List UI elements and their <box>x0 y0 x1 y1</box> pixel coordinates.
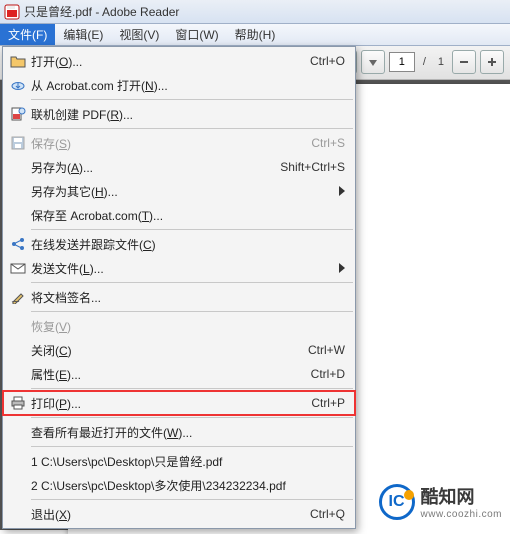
cloud-open-icon <box>7 76 29 94</box>
menu-item-label: 打开(O)... <box>29 53 310 70</box>
menu-item-label: 关闭(C) <box>29 342 308 359</box>
menu-item-label: 保存至 Acrobat.com(T)... <box>29 207 345 224</box>
menu-item-accel: Ctrl+O <box>310 54 345 68</box>
open-icon <box>7 52 29 70</box>
save-icon <box>7 134 29 152</box>
menu-separator <box>31 388 353 389</box>
plus-icon <box>486 56 498 68</box>
menu-item-label: 属性(E)... <box>29 366 311 383</box>
blank-icon <box>7 206 29 224</box>
menu-item-16[interactable]: 关闭(C)Ctrl+W <box>3 338 355 362</box>
page-number-input[interactable]: 1 <box>389 52 415 72</box>
menu-item-label: 将文档签名... <box>29 289 345 306</box>
menu-item-3[interactable]: 联机创建 PDF(R)... <box>3 102 355 126</box>
menu-item-accel: Ctrl+W <box>308 343 345 357</box>
menu-item-accel: Ctrl+Q <box>310 507 345 521</box>
title-bar: 只是曾经.pdf - Adobe Reader <box>0 0 510 24</box>
menu-item-accel: Ctrl+S <box>311 136 345 150</box>
menu-item-24[interactable]: 2 C:\Users\pc\Desktop\多次使用\234232234.pdf <box>3 473 355 497</box>
arrow-down-icon <box>368 57 378 67</box>
menu-item-23[interactable]: 1 C:\Users\pc\Desktop\只是曾经.pdf <box>3 449 355 473</box>
menu-item-label: 打印(P)... <box>29 395 311 412</box>
sign-icon <box>7 288 29 306</box>
menu-item-label: 查看所有最近打开的文件(W)... <box>29 424 345 441</box>
blank-icon <box>7 423 29 441</box>
menu-item-accel: Ctrl+P <box>311 396 345 410</box>
menu-item-21[interactable]: 查看所有最近打开的文件(W)... <box>3 420 355 444</box>
watermark-logo-icon: IC <box>379 484 415 520</box>
share-icon <box>7 235 29 253</box>
menu-file[interactable]: 文件(F) <box>0 24 55 45</box>
menu-item-1[interactable]: 从 Acrobat.com 打开(N)... <box>3 73 355 97</box>
zoom-in-button[interactable] <box>480 50 504 74</box>
create-pdf-icon <box>7 105 29 123</box>
menu-bar: 文件(F) 编辑(E) 视图(V) 窗口(W) 帮助(H) <box>0 24 510 46</box>
menu-separator <box>31 229 353 230</box>
menu-item-5: 保存(S)Ctrl+S <box>3 131 355 155</box>
menu-separator <box>31 499 353 500</box>
blank-icon <box>7 158 29 176</box>
menu-item-6[interactable]: 另存为(A)...Shift+Ctrl+S <box>3 155 355 179</box>
menu-separator <box>31 99 353 100</box>
page-total: 1 <box>434 56 448 68</box>
menu-item-label: 从 Acrobat.com 打开(N)... <box>29 77 345 94</box>
menu-item-19[interactable]: 打印(P)...Ctrl+P <box>3 391 355 415</box>
menu-separator <box>31 311 353 312</box>
menu-item-7[interactable]: 另存为其它(H)... <box>3 179 355 203</box>
menu-item-label: 保存(S) <box>29 135 311 152</box>
menu-separator <box>31 282 353 283</box>
menu-separator <box>31 417 353 418</box>
menu-window[interactable]: 窗口(W) <box>167 24 226 45</box>
menu-item-accel: Ctrl+D <box>311 367 345 381</box>
menu-item-label: 恢复(V) <box>29 318 345 335</box>
menu-item-label: 2 C:\Users\pc\Desktop\多次使用\234232234.pdf <box>29 477 345 494</box>
blank-icon <box>7 452 29 470</box>
menu-item-13[interactable]: 将文档签名... <box>3 285 355 309</box>
page-down-button[interactable] <box>361 50 385 74</box>
app-pdf-icon <box>4 4 20 20</box>
menu-item-label: 在线发送并跟踪文件(C) <box>29 236 345 253</box>
menu-edit[interactable]: 编辑(E) <box>55 24 111 45</box>
minus-icon <box>458 56 470 68</box>
window-title: 只是曾经.pdf - Adobe Reader <box>24 3 179 20</box>
watermark: IC 酷知网 www.coozhi.com <box>379 483 502 520</box>
menu-item-label: 发送文件(L)... <box>29 260 339 277</box>
watermark-brand: 酷知网 <box>421 483 502 509</box>
menu-separator <box>31 446 353 447</box>
zoom-out-button[interactable] <box>452 50 476 74</box>
print-icon <box>7 394 29 412</box>
menu-item-label: 联机创建 PDF(R)... <box>29 106 345 123</box>
menu-item-11[interactable]: 发送文件(L)... <box>3 256 355 280</box>
blank-icon <box>7 476 29 494</box>
menu-item-label: 退出(X) <box>29 506 310 523</box>
watermark-url: www.coozhi.com <box>421 509 502 520</box>
menu-item-17[interactable]: 属性(E)...Ctrl+D <box>3 362 355 386</box>
menu-item-10[interactable]: 在线发送并跟踪文件(C) <box>3 232 355 256</box>
menu-view[interactable]: 视图(V) <box>111 24 167 45</box>
menu-item-26[interactable]: 退出(X)Ctrl+Q <box>3 502 355 526</box>
menu-item-0[interactable]: 打开(O)...Ctrl+O <box>3 49 355 73</box>
menu-help[interactable]: 帮助(H) <box>227 24 284 45</box>
menu-item-label: 1 C:\Users\pc\Desktop\只是曾经.pdf <box>29 453 345 470</box>
menu-item-label: 另存为其它(H)... <box>29 183 339 200</box>
menu-item-accel: Shift+Ctrl+S <box>280 160 345 174</box>
blank-icon <box>7 182 29 200</box>
page-separator: / <box>419 56 430 68</box>
blank-icon <box>7 365 29 383</box>
mail-icon <box>7 259 29 277</box>
blank-icon <box>7 341 29 359</box>
menu-separator <box>31 128 353 129</box>
submenu-arrow-icon <box>339 186 345 196</box>
menu-item-15: 恢复(V) <box>3 314 355 338</box>
menu-item-label: 另存为(A)... <box>29 159 280 176</box>
menu-item-8[interactable]: 保存至 Acrobat.com(T)... <box>3 203 355 227</box>
blank-icon <box>7 317 29 335</box>
blank-icon <box>7 505 29 523</box>
file-menu: 打开(O)...Ctrl+O 从 Acrobat.com 打开(N)... 联机创建… <box>2 46 356 529</box>
submenu-arrow-icon <box>339 263 345 273</box>
